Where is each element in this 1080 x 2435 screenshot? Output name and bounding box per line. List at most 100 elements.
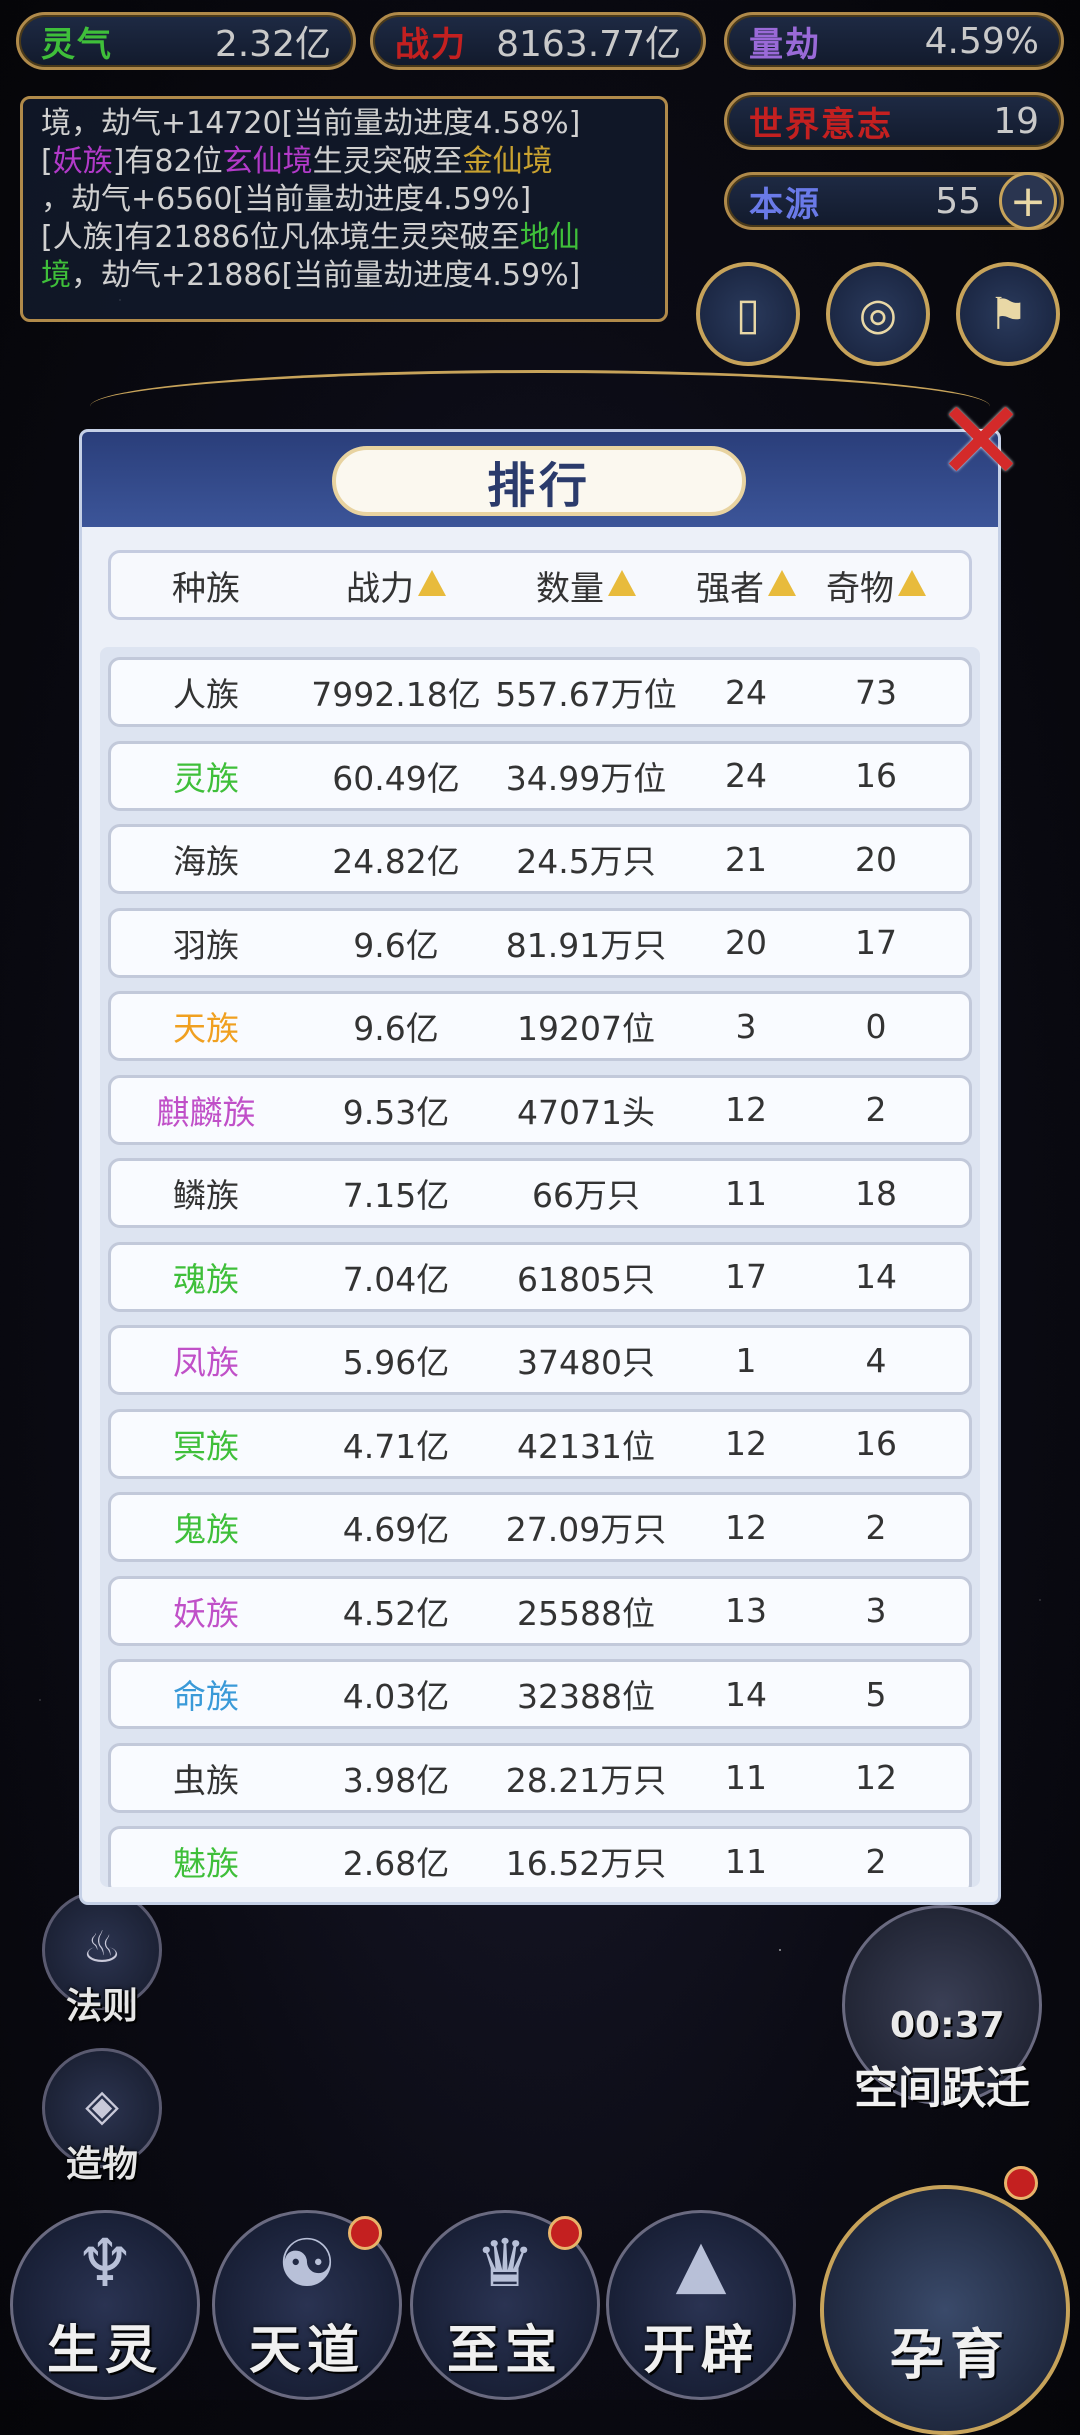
table-row[interactable]: 羽族 9.6亿 81.91万只 20 17 <box>108 907 972 978</box>
notification-dot <box>348 2216 382 2250</box>
power-cell: 24.82亿 <box>332 842 460 881</box>
count-cell: 19207位 <box>517 1009 655 1048</box>
power-cell: 7.04亿 <box>342 1259 450 1299</box>
race-cell: 灵族 <box>173 758 239 798</box>
column-count-sort[interactable]: 数量 <box>491 561 681 610</box>
power-cell: 7992.18亿 <box>311 675 481 714</box>
table-row[interactable]: 鳞族 7.15亿 66万只 11 18 <box>108 1158 972 1228</box>
treasure-cell: 73 <box>855 672 897 712</box>
creature-icon: ♆ <box>75 2225 135 2302</box>
race-cell: 魂族 <box>173 1259 239 1299</box>
race-cell: 人族 <box>173 675 239 714</box>
shijie-label: 世界意志 <box>749 104 893 145</box>
nav-shengling[interactable]: ♆ 生灵 <box>10 2210 200 2400</box>
zhanli-stat: 战力 8163.77亿 <box>370 12 706 70</box>
power-cell: 4.71亿 <box>342 1426 450 1466</box>
close-button[interactable]: ✕ <box>935 386 1027 496</box>
rule-icon: ♨ <box>82 1922 122 1973</box>
liangjie-stat: 量劫 4.59% <box>724 12 1064 70</box>
sort-arrow-icon <box>898 570 926 596</box>
flag-icon-button[interactable]: ⚑ <box>956 262 1060 366</box>
table-row[interactable]: 鬼族 4.69亿 27.09万只 12 2 <box>108 1492 972 1562</box>
table-row[interactable]: 海族 24.82亿 24.5万只 21 20 <box>108 824 972 894</box>
space-jump-label: 空间跃迁 <box>854 2063 1030 2114</box>
treasure-icon: ♛ <box>475 2225 535 2302</box>
treasure-cell: 14 <box>855 1257 897 1296</box>
table-row[interactable]: 虫族 3.98亿 28.21万只 11 12 <box>108 1742 972 1813</box>
column-treasure-sort[interactable]: 奇物 <box>811 561 941 610</box>
liangjie-value: 4.59% <box>924 20 1039 62</box>
table-row[interactable]: 麒麟族 9.53亿 47071头 12 2 <box>108 1074 972 1145</box>
nav-shengling-label: 生灵 <box>46 2321 163 2381</box>
strong-cell: 11 <box>725 1841 767 1881</box>
table-row[interactable]: 人族 7992.18亿 557.67万位 24 73 <box>108 657 972 727</box>
side-button-zaowu[interactable]: ◈ 造物 <box>42 2048 162 2185</box>
race-cell: 天族 <box>173 1009 239 1048</box>
power-cell: 4.69亿 <box>342 1510 450 1549</box>
power-cell: 9.6亿 <box>353 925 439 965</box>
treasure-cell: 17 <box>855 923 897 962</box>
ranking-list[interactable]: 人族 7992.18亿 557.67万位 24 73 灵族 60.49亿 34.99万位 24 1… <box>100 647 980 1887</box>
strong-cell: 14 <box>725 1674 767 1714</box>
table-row[interactable]: 冥族 4.71亿 42131位 12 16 <box>108 1408 972 1479</box>
race-cell: 鬼族 <box>173 1510 239 1549</box>
nav-kaipi-label: 开辟 <box>642 2321 759 2381</box>
shijie-value: 19 <box>993 100 1039 142</box>
power-cell: 3.98亿 <box>342 1760 450 1800</box>
side-button-faze[interactable]: ♨ 法则 <box>42 1890 162 2027</box>
table-row[interactable]: 灵族 60.49亿 34.99万位 24 16 <box>108 740 972 811</box>
treasure-cell: 16 <box>855 1424 897 1463</box>
strong-cell: 24 <box>725 672 767 712</box>
count-cell: 32388位 <box>517 1677 655 1716</box>
table-row[interactable]: 妖族 4.52亿 25588位 13 3 <box>108 1575 972 1646</box>
treasure-cell: 2 <box>865 1507 887 1547</box>
race-cell: 妖族 <box>173 1593 239 1633</box>
table-row[interactable]: 魅族 2.68亿 16.52万只 11 2 <box>108 1826 972 1887</box>
zhanli-value: 8163.77亿 <box>496 24 681 65</box>
treasure-cell: 16 <box>855 756 897 795</box>
shijie-stat: 世界意志 19 <box>724 92 1064 150</box>
treasure-cell: 12 <box>855 1758 897 1797</box>
nav-kaipi[interactable]: ▲ 开辟 <box>606 2210 796 2400</box>
column-strong-sort[interactable]: 强者 <box>681 561 811 610</box>
card-icon-button[interactable]: ▯ <box>696 262 800 366</box>
table-row[interactable]: 凤族 5.96亿 37480只 1 4 <box>108 1325 972 1395</box>
notification-dot <box>548 2216 582 2250</box>
lingqi-stat: 灵气 2.32亿 <box>16 12 356 70</box>
benyuan-value: 55 <box>935 180 981 222</box>
strong-cell: 12 <box>725 1507 767 1547</box>
benyuan-add-button[interactable]: + <box>999 172 1057 230</box>
portal-icon-button[interactable]: ◎ <box>826 262 930 366</box>
race-cell: 魅族 <box>173 1844 239 1883</box>
table-row[interactable]: 命族 4.03亿 32388位 14 5 <box>108 1659 972 1729</box>
yunyu-label: 孕育 <box>890 2323 1010 2386</box>
ranking-title: 排行 <box>332 446 746 516</box>
column-power-sort[interactable]: 战力 <box>301 561 491 610</box>
benyuan-stat: 本源 55 + <box>724 172 1064 230</box>
space-jump-timer: 00:37 <box>890 2005 1005 2046</box>
strong-cell: 24 <box>725 756 767 795</box>
treasure-cell: 5 <box>865 1674 887 1714</box>
strong-cell: 11 <box>725 1758 767 1797</box>
table-row[interactable]: 魂族 7.04亿 61805只 17 14 <box>108 1241 972 1312</box>
nav-zhibao-label: 至宝 <box>446 2321 563 2381</box>
race-cell: 羽族 <box>173 925 239 965</box>
treasure-cell: 0 <box>865 1006 887 1046</box>
table-row[interactable]: 天族 9.6亿 19207位 3 0 <box>108 991 972 1061</box>
count-cell: 16.52万只 <box>505 1844 667 1883</box>
power-cell: 9.6亿 <box>353 1009 439 1048</box>
event-log: 境，劫气+14720[当前量劫进度4.58%] [妖族]有82位玄仙境生灵突破至… <box>20 96 668 322</box>
treasure-cell: 2 <box>865 1841 887 1881</box>
log-line: [人族]有21886位凡体境生灵突破至地仙 <box>41 220 580 255</box>
count-cell: 28.21万只 <box>505 1760 667 1800</box>
heaven-icon: ☯ <box>277 2225 337 2302</box>
sort-arrow-icon <box>768 570 796 596</box>
count-cell: 66万只 <box>532 1176 640 1215</box>
power-cell: 4.52亿 <box>342 1593 450 1633</box>
strong-cell: 11 <box>725 1173 767 1213</box>
treasure-cell: 3 <box>865 1591 887 1630</box>
strong-cell: 17 <box>725 1257 767 1296</box>
column-race: 种族 <box>172 568 240 609</box>
zhanli-label: 战力 <box>395 24 467 65</box>
liangjie-label: 量劫 <box>749 24 821 65</box>
